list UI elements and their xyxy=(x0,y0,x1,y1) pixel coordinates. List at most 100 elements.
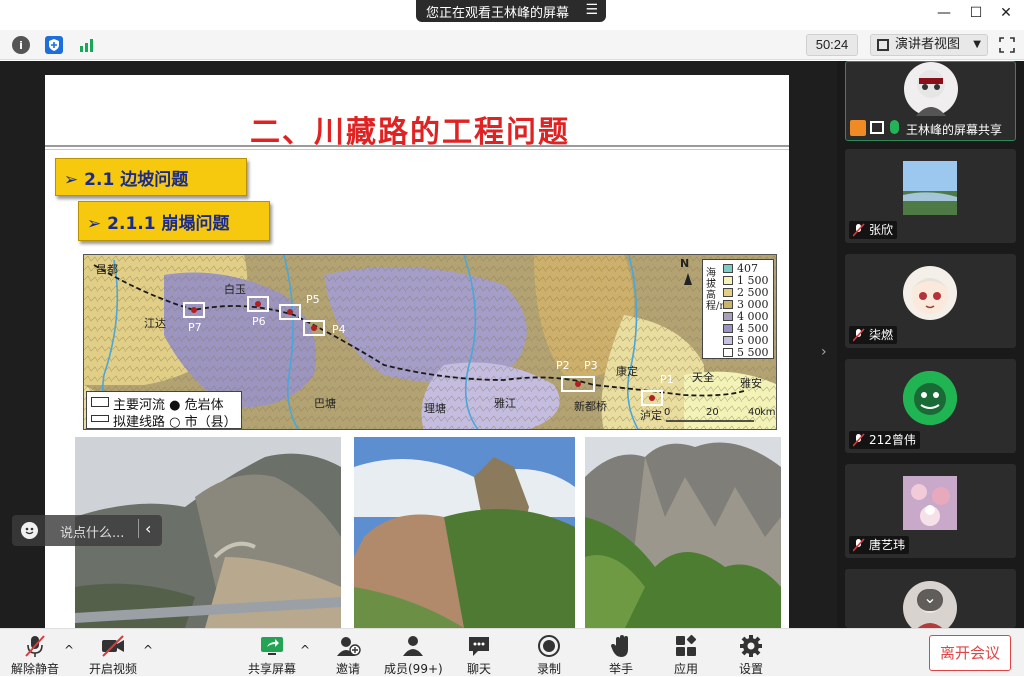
record-button[interactable]: 录制 xyxy=(532,629,566,677)
sidebar-toggle-handle[interactable]: › xyxy=(821,344,835,364)
chevron-down-icon: ▼ xyxy=(973,39,981,50)
legend-swatch xyxy=(723,312,733,321)
avatar xyxy=(903,371,957,425)
raise-hand-label: 举手 xyxy=(608,662,633,676)
legend-row: 4 500 xyxy=(723,322,773,335)
scroll-down-icon[interactable]: ⌄ xyxy=(917,589,943,611)
view-mode-label: 演讲者视图 xyxy=(895,37,961,52)
legend-row: 4 000 xyxy=(723,310,773,323)
participant-tile[interactable]: 张欣 xyxy=(845,149,1016,243)
fullscreen-icon[interactable] xyxy=(998,36,1016,54)
point-p5: P5 xyxy=(306,293,320,306)
river-symbol-icon xyxy=(91,397,109,407)
avatar xyxy=(903,476,957,530)
point-p7: P7 xyxy=(188,321,202,334)
place-kangding: 康定 xyxy=(616,365,638,378)
avatar xyxy=(903,266,957,320)
legend-swatch xyxy=(723,336,733,345)
place-xinduqiao: 新都桥 xyxy=(574,400,607,413)
point-p2: P2 xyxy=(556,359,570,372)
elevation-legend: 海拔高程/m 407 1 500 2 500 3 000 4 000 4 500 5 000… xyxy=(702,259,774,359)
participant-tile[interactable]: 212曾伟 xyxy=(845,359,1016,453)
participant-tile-screen-share[interactable]: 王林峰的屏幕共享 xyxy=(845,61,1016,141)
participant-tile-partial[interactable]: ⌄ xyxy=(845,569,1016,628)
legend-swatch xyxy=(723,288,733,297)
legend-row: 5 000 xyxy=(723,334,773,347)
scale-40: 40 xyxy=(748,407,761,418)
map-key: 主要河流 ● 危岩体 拟建线路 ○ 市（县） xyxy=(86,391,242,429)
gear-icon xyxy=(738,634,764,658)
point-p6: P6 xyxy=(252,315,266,328)
legend-row: 2 500 xyxy=(723,286,773,299)
comment-collapse-icon[interactable]: ‹ xyxy=(138,519,151,538)
legend-swatch xyxy=(723,324,733,333)
settings-label: 设置 xyxy=(738,662,763,676)
place-yaan: 雅安 xyxy=(740,377,762,390)
close-button[interactable]: ✕ xyxy=(994,3,1018,23)
route-symbol-icon xyxy=(91,415,109,422)
chat-label: 聊天 xyxy=(466,662,491,676)
members-button[interactable]: 成员(99+) xyxy=(384,629,443,677)
participants-sidebar: 王林峰的屏幕共享 张欣 柒燃 212曾伟 唐艺玮 ⌄ xyxy=(837,61,1024,628)
members-label: 成员(99+) xyxy=(384,662,443,676)
unmute-button[interactable]: 解除静音 xyxy=(8,629,62,677)
participant-name: 唐艺玮 xyxy=(869,538,906,552)
signal-icon[interactable] xyxy=(78,36,96,54)
share-screen-icon xyxy=(259,634,285,658)
audio-options-caret-icon[interactable]: ^ xyxy=(64,643,74,657)
screen-share-badge-icon xyxy=(870,121,884,134)
video-options-caret-icon[interactable]: ^ xyxy=(143,643,153,657)
place-changdu: 昌都 xyxy=(96,263,118,276)
participant-tile[interactable]: 唐艺玮 xyxy=(845,464,1016,558)
minimize-button[interactable]: — xyxy=(932,3,956,23)
comment-placeholder: 说点什么... xyxy=(60,526,125,541)
mic-on-icon xyxy=(890,120,899,134)
record-icon xyxy=(536,634,562,658)
speaker-view-icon xyxy=(877,39,889,51)
place-tianquan: 天全 xyxy=(692,371,714,384)
maximize-button[interactable]: ☐ xyxy=(964,3,988,23)
share-screen-button[interactable]: 共享屏幕 xyxy=(246,629,298,677)
share-options-caret-icon[interactable]: ^ xyxy=(300,643,310,657)
shield-icon[interactable] xyxy=(45,36,63,54)
comment-input[interactable]: 说点什么... ‹ xyxy=(12,515,162,546)
settings-button[interactable]: 设置 xyxy=(734,629,768,677)
start-video-button[interactable]: 开启视频 xyxy=(86,629,140,677)
legend-row: 1 500 xyxy=(723,274,773,287)
apps-button[interactable]: 应用 xyxy=(669,629,703,677)
invite-button[interactable]: 邀请 xyxy=(330,629,366,677)
add-user-icon xyxy=(335,634,361,658)
meeting-controls: 解除静音 ^ 开启视频 ^ 共享屏幕 ^ 邀请 成员(99+) 聊天 录制 举手… xyxy=(0,628,1024,676)
participant-tile[interactable]: 柒燃 xyxy=(845,254,1016,348)
point-p1: P1 xyxy=(660,373,674,386)
video-off-icon xyxy=(100,634,126,658)
share-screen-label: 共享屏幕 xyxy=(247,662,296,676)
info-icon[interactable]: i xyxy=(12,36,30,54)
leave-meeting-button[interactable]: 离开会议 xyxy=(929,635,1011,671)
map-key-line2: 拟建线路 ○ 市（县） xyxy=(113,415,237,430)
point-p3: P3 xyxy=(584,359,598,372)
scale-20: 20 xyxy=(706,407,719,418)
title-divider-thin xyxy=(45,149,789,150)
avatar xyxy=(903,161,957,215)
invite-label: 邀请 xyxy=(335,662,360,676)
mic-muted-icon xyxy=(22,634,48,658)
rockfall-photo-3 xyxy=(585,437,781,628)
screen-share-notice[interactable]: 您正在观看王林峰的屏幕 ☰ xyxy=(416,0,606,22)
raise-hand-button[interactable]: 举手 xyxy=(604,629,638,677)
menu-icon[interactable]: ☰ xyxy=(585,2,598,18)
legend-swatch xyxy=(723,276,733,285)
host-badge-icon xyxy=(850,120,866,136)
avatar xyxy=(904,62,958,116)
place-jiangda: 江达 xyxy=(144,317,166,330)
place-luding: 泸定 xyxy=(640,409,662,422)
apps-icon xyxy=(673,634,699,658)
start-video-label: 开启视频 xyxy=(88,662,137,676)
chat-button[interactable]: 聊天 xyxy=(462,629,496,677)
view-mode-dropdown[interactable]: 演讲者视图 ▼ xyxy=(870,34,988,56)
participant-name: 王林峰的屏幕共享 xyxy=(906,123,1003,137)
svg-text:i: i xyxy=(19,39,23,52)
participant-name-tag: 柒燃 xyxy=(849,326,898,344)
participant-name: 张欣 xyxy=(869,223,894,237)
emoji-icon[interactable] xyxy=(21,522,38,539)
